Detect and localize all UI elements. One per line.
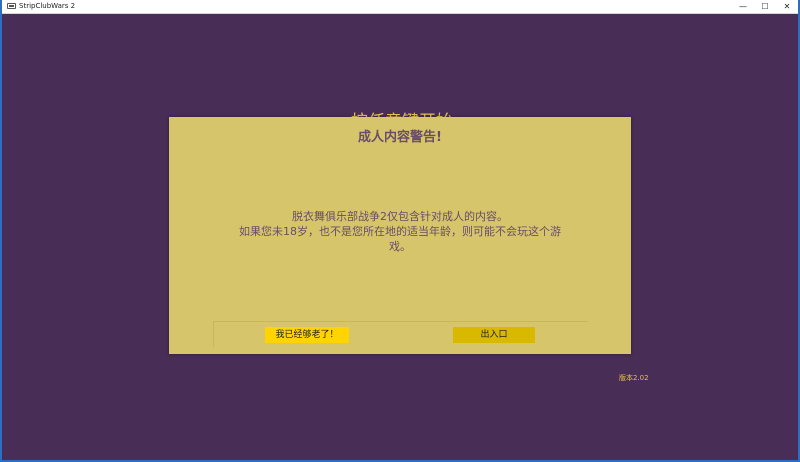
maximize-button[interactable]: ☐	[754, 0, 776, 13]
dialog-title: 成人内容警告!	[358, 130, 442, 145]
version-label: 版本2.02	[619, 374, 649, 382]
app-icon	[7, 3, 16, 9]
dialog-message-line: 如果您未18岁，也不是您所在地的适当年龄，则可能不会玩这个游	[239, 225, 561, 238]
close-button[interactable]: ✕	[776, 0, 798, 13]
exit-button[interactable]: 出入口	[453, 327, 535, 343]
dialog-message-line: 戏。	[389, 240, 411, 253]
game-window: StripClubWars 2 — ☐ ✕ 按任意键开始 成人内容警告! 脱衣舞…	[2, 0, 798, 460]
title-bar[interactable]: StripClubWars 2 — ☐ ✕	[2, 0, 798, 14]
dialog-message-line: 脱衣舞俱乐部战争2仅包含针对成人的内容。	[292, 210, 508, 223]
minimize-button[interactable]: —	[732, 0, 754, 13]
window-title: StripClubWars 2	[19, 2, 76, 10]
dialog-message: 脱衣舞俱乐部战争2仅包含针对成人的内容。 如果您未18岁，也不是您所在地的适当年…	[217, 209, 583, 254]
adult-content-warning-dialog: 成人内容警告! 脱衣舞俱乐部战争2仅包含针对成人的内容。 如果您未18岁，也不是…	[169, 117, 631, 354]
confirm-age-button[interactable]: 我已经够老了！	[265, 327, 349, 343]
